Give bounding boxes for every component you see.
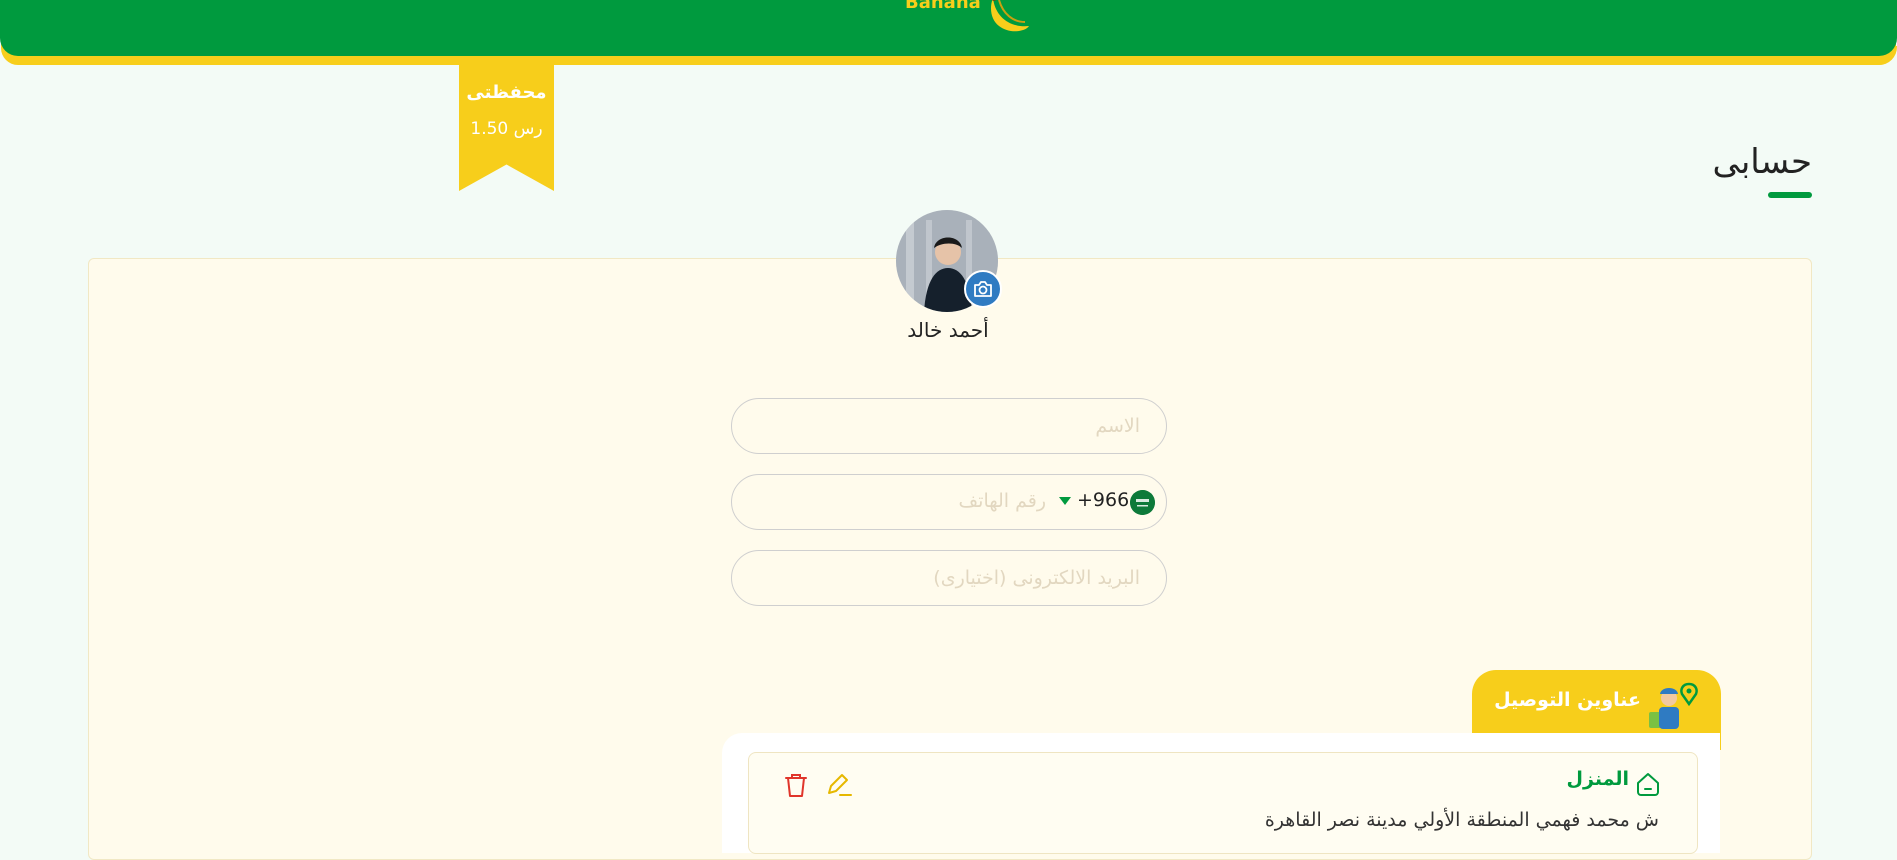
logo-text[interactable]: Banana	[905, 0, 981, 13]
top-header: Banana	[0, 0, 1897, 56]
name-input[interactable]	[732, 399, 1166, 453]
avatar-container	[896, 210, 1002, 312]
phone-field[interactable]: رقم الهاتف +966	[731, 474, 1167, 530]
banana-icon[interactable]	[985, 0, 1035, 36]
chevron-down-icon[interactable]	[1059, 497, 1071, 505]
phone-placeholder: رقم الهاتف	[958, 490, 1046, 512]
email-field-wrap	[731, 550, 1167, 606]
delivery-addresses-label: عناوين التوصيل	[1494, 689, 1641, 711]
user-name: أحمد خالد	[907, 318, 989, 342]
title-underline	[1768, 192, 1812, 198]
page-title: حسابى	[1712, 142, 1812, 182]
wallet-balance: 1.50 رس	[470, 119, 543, 139]
name-field-wrap	[731, 398, 1167, 454]
country-code[interactable]: +966	[1077, 489, 1129, 511]
change-photo-button[interactable]	[964, 270, 1002, 308]
wallet-badge[interactable]: محفظتى 1.50 رس	[459, 65, 554, 191]
camera-icon	[974, 281, 992, 297]
trash-icon[interactable]	[783, 771, 809, 799]
saudi-flag-icon[interactable]	[1130, 490, 1155, 515]
home-icon	[1637, 773, 1659, 796]
delivery-man-icon	[1649, 682, 1698, 729]
address-name: المنزل	[1566, 768, 1629, 790]
wallet-title: محفظتى	[466, 82, 547, 103]
email-input[interactable]	[732, 551, 1166, 605]
edit-icon[interactable]	[823, 771, 853, 799]
address-card[interactable]: المنزل ش محمد فهمي المنطقة الأولي مدينة …	[748, 752, 1698, 854]
